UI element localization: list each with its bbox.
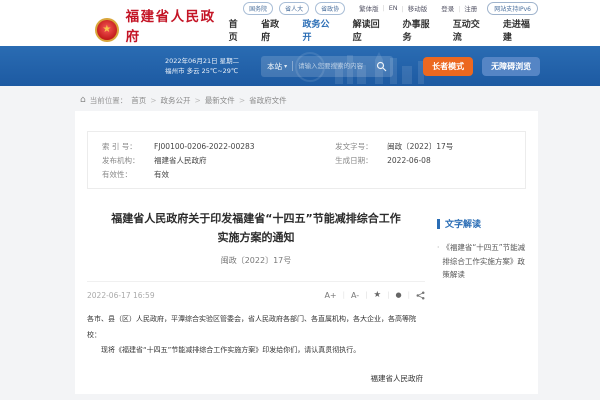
auth-links: 登录 注册 (441, 3, 477, 13)
signature-date: 2022年6月8日 (87, 393, 425, 394)
search-scope-select[interactable]: 本站 ▾ (267, 61, 287, 72)
national-emblem-icon: ★ (95, 18, 119, 42)
meta-issuer-label: 发布机构： (102, 154, 154, 168)
document-title: 福建省人民政府关于印发福建省“十四五”节能减排综合工作实施方案的通知 (87, 210, 425, 247)
weather-info: 福州市 多云 25℃~29℃ (165, 66, 239, 76)
meta-validity-row: 有效性： 有效 (102, 168, 335, 182)
body-paragraph-salutation: 各市、县（区）人民政府，平潭综合实验区管委会，省人民政府各部门、各直属机构，各大… (87, 312, 419, 343)
meta-column-right: 发文字号： 闽政〔2022〕17号 生成日期： 2022-06-08 (335, 140, 511, 182)
meta-issuer-value: 福建省人民政府 (154, 154, 207, 168)
meta-index-row: 索 引 号： FJ00100-0206-2022-00283 (102, 140, 335, 154)
breadcrumb-latest-documents[interactable]: 最新文件 (191, 95, 235, 106)
nav-government-disclosure[interactable]: 政务公开 (302, 17, 337, 43)
search-bar: 本站 ▾ (261, 56, 393, 77)
font-increase-button[interactable]: A+ (324, 291, 351, 300)
search-divider (292, 61, 293, 71)
link-provincial-peoples-congress[interactable]: 省人大 (279, 2, 309, 15)
sidebar-link-text: 《福建省“十四五”节能减排综合工作实施方案》政策解读 (442, 241, 530, 282)
link-mobile-version[interactable]: 移动版 (398, 3, 428, 13)
meta-column-left: 索 引 号： FJ00100-0206-2022-00283 发布机构： 福建省… (102, 140, 335, 182)
ipv6-badge[interactable]: 网站支持IPv6 (487, 2, 538, 15)
meta-gendate-label: 生成日期： (335, 154, 387, 168)
nav-interpretation-response[interactable]: 解读回应 (353, 17, 388, 43)
search-scope-value: 本站 (267, 61, 282, 72)
document-number: 闽政〔2022〕17号 (87, 255, 425, 266)
interpretation-sidebar: 文字解读 · 《福建省“十四五”节能减排综合工作实施方案》政策解读 (427, 189, 538, 394)
publish-time: 2022-06-17 16:59 (87, 291, 155, 300)
document-card: 索 引 号： FJ00100-0206-2022-00283 发布机构： 福建省… (75, 111, 538, 394)
document-meta-box: 索 引 号： FJ00100-0206-2022-00283 发布机构： 福建省… (87, 131, 526, 189)
nav-interaction[interactable]: 互动交流 (453, 17, 488, 43)
meta-docno-label: 发文字号： (335, 140, 387, 154)
toolbar-actions: A+ A- ★ ● (324, 290, 425, 300)
breadcrumb-items: 首页 政务公开 最新文件 省政府文件 (131, 95, 286, 106)
site-header: ★ 福建省人民政府 www.fujian.gov.cn 首页 省政府 政务公开 … (0, 16, 600, 46)
meta-docno-row: 发文字号： 闽政〔2022〕17号 (335, 140, 511, 154)
bullet-icon: · (437, 241, 439, 282)
breadcrumb-disclosure[interactable]: 政务公开 (146, 95, 190, 106)
topbar: 国务院 省人大 省政协 繁体版 EN 移动版 登录 注册 网站支持IPv6 (0, 0, 600, 16)
search-icon[interactable] (376, 61, 387, 72)
signature-issuer: 福建省人民政府 (87, 373, 425, 384)
body-paragraph-main: 现将《福建省“十四五”节能减排综合工作实施方案》印发给你们，请认真贯彻执行。 (87, 343, 419, 358)
site-name: 福建省人民政府 (126, 5, 229, 45)
meta-index-label: 索 引 号： (102, 140, 154, 154)
accessibility-buttons: 长者模式 无障碍浏览 (423, 57, 540, 76)
breadcrumb-home[interactable]: 首页 (131, 95, 146, 106)
elder-mode-button[interactable]: 长者模式 (423, 57, 473, 76)
login-link[interactable]: 登录 (441, 3, 454, 13)
blue-toolbar: 2022年06月21日 星期二 福州市 多云 25℃~29℃ 本站 ▾ 长者模式… (0, 46, 600, 86)
meta-validity-label: 有效性： (102, 168, 154, 182)
link-state-council[interactable]: 国务院 (243, 2, 273, 15)
language-links: 繁体版 EN 移动版 (359, 3, 427, 13)
breadcrumb-prefix: 当前位置： (90, 95, 128, 106)
meta-gendate-row: 生成日期： 2022-06-08 (335, 154, 511, 168)
link-provincial-cppcc[interactable]: 省政协 (315, 2, 345, 15)
page: 国务院 省人大 省政协 繁体版 EN 移动版 登录 注册 网站支持IPv6 ★ … (0, 0, 600, 394)
meta-docno-value: 闽政〔2022〕17号 (387, 140, 453, 154)
meta-issuer-row: 发布机构： 福建省人民政府 (102, 154, 335, 168)
font-decrease-button[interactable]: A- (351, 291, 374, 300)
link-traditional-chinese[interactable]: 繁体版 (359, 3, 379, 13)
document-body: 各市、县（区）人民政府，平潭综合实验区管委会，省人民政府各部门、各直属机构，各大… (87, 312, 425, 358)
sidebar-policy-interpretation-link[interactable]: · 《福建省“十四五”节能减排综合工作实施方案》政策解读 (437, 241, 530, 282)
search-input[interactable] (298, 62, 376, 70)
main-nav: 首页 省政府 政务公开 解读回应 办事服务 互动交流 走进福建 (229, 17, 538, 43)
meta-validity-value: 有效 (154, 168, 169, 182)
breadcrumb: ⌂ 当前位置： 首页 政务公开 最新文件 省政府文件 (80, 94, 600, 106)
favorite-star-icon[interactable]: ★ (374, 290, 396, 300)
meta-gendate-value: 2022-06-08 (387, 154, 431, 168)
barrier-free-button[interactable]: 无障碍浏览 (482, 57, 540, 76)
content-row: 福建省人民政府关于印发福建省“十四五”节能减排综合工作实施方案的通知 闽政〔20… (75, 189, 538, 394)
register-link[interactable]: 注册 (454, 3, 477, 13)
current-date: 2022年06月21日 星期二 (165, 56, 239, 66)
link-english[interactable]: EN (379, 4, 398, 12)
nav-services[interactable]: 办事服务 (403, 17, 438, 43)
nav-into-fujian[interactable]: 走进福建 (503, 17, 538, 43)
nav-home[interactable]: 首页 (229, 17, 247, 43)
document-toolbar: 2022-06-17 16:59 A+ A- ★ ● (87, 281, 425, 300)
sidebar-title: 文字解读 (437, 217, 530, 230)
home-icon: ⌂ (80, 96, 86, 105)
date-weather: 2022年06月21日 星期二 福州市 多云 25℃~29℃ (165, 56, 239, 77)
share-circle-icon[interactable]: ● (396, 291, 416, 299)
meta-index-value: FJ00100-0206-2022-00283 (154, 140, 255, 154)
document-main-column: 福建省人民政府关于印发福建省“十四五”节能减排综合工作实施方案的通知 闽政〔20… (75, 189, 427, 394)
share-icon[interactable] (416, 291, 425, 300)
breadcrumb-provincial-documents[interactable]: 省政府文件 (235, 95, 287, 106)
nav-provincial-government[interactable]: 省政府 (261, 17, 287, 43)
chevron-down-icon: ▾ (284, 63, 287, 70)
